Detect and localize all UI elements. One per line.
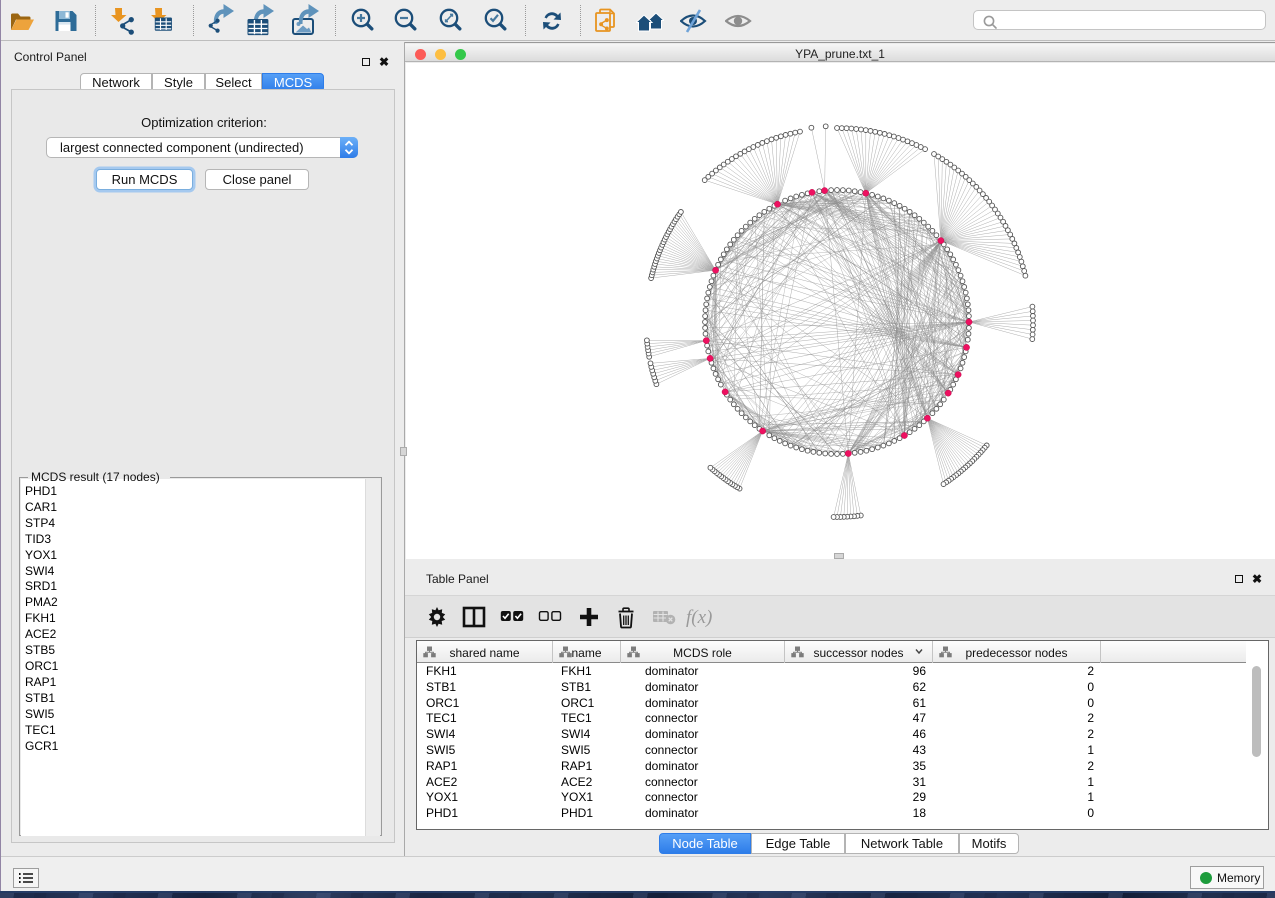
svg-text:f(x): f(x) (686, 607, 712, 628)
